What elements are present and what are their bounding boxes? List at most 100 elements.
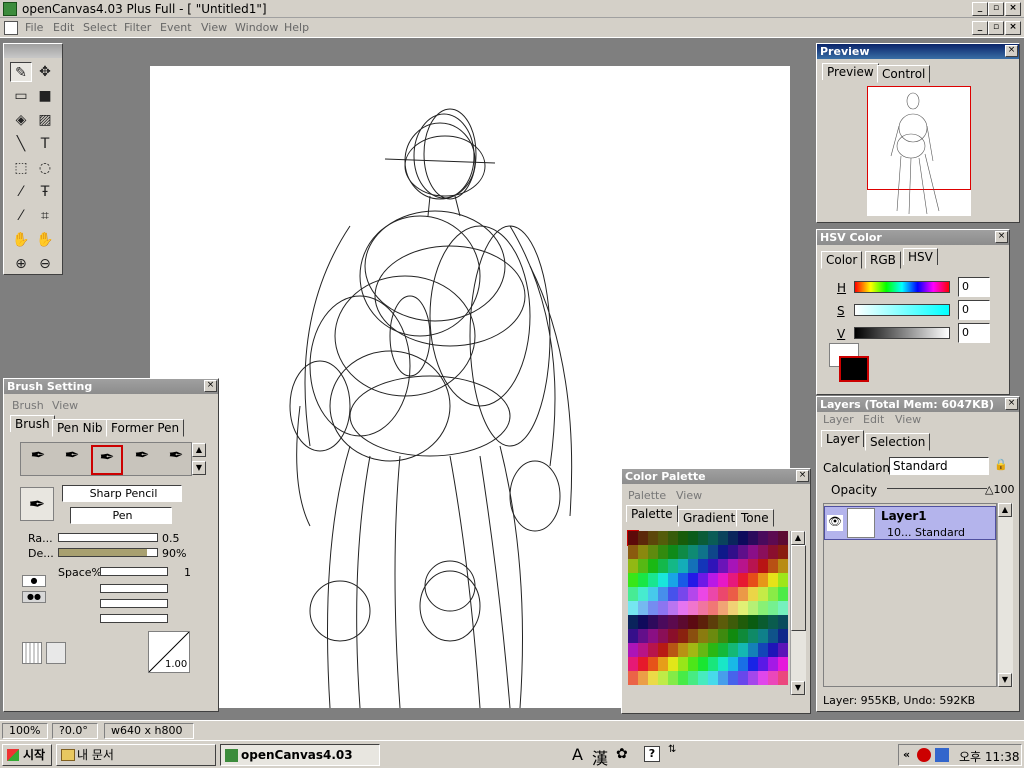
palette-swatch[interactable] (748, 671, 758, 685)
tool-palette-titlebar[interactable] (4, 44, 62, 58)
tray-network-icon[interactable] (935, 748, 949, 762)
palette-swatch[interactable] (678, 615, 688, 629)
palette-swatch[interactable] (688, 559, 698, 573)
menu-select[interactable]: Select (83, 21, 117, 34)
menu-help[interactable]: Help (284, 21, 309, 34)
palette-swatch[interactable] (748, 531, 758, 545)
palette-swatch[interactable] (758, 615, 768, 629)
palette-swatch[interactable] (688, 587, 698, 601)
palette-swatch[interactable] (718, 643, 728, 657)
palette-swatch[interactable] (688, 671, 698, 685)
lasso-tool-icon[interactable]: ◌ (34, 158, 56, 178)
palette-swatch[interactable] (698, 573, 708, 587)
palette-swatch[interactable] (718, 531, 728, 545)
palette-swatch[interactable] (778, 671, 788, 685)
palette-swatch[interactable] (648, 671, 658, 685)
palette-swatch[interactable] (758, 601, 768, 615)
pressure-curve-graph[interactable]: 1.00 (148, 631, 190, 673)
palette-swatch[interactable] (628, 559, 638, 573)
layers-menu-layer[interactable]: Layer (823, 413, 854, 426)
palette-swatch[interactable] (768, 643, 778, 657)
palette-swatch[interactable] (648, 629, 658, 643)
palette-swatch[interactable] (708, 629, 718, 643)
current-brush-icon[interactable]: ✒ (20, 487, 54, 521)
palette-swatch[interactable] (678, 671, 688, 685)
brush-strip-up-arrow-icon[interactable]: ▲ (192, 443, 206, 457)
tray-app-icon[interactable] (917, 748, 931, 762)
ime-mode-a[interactable]: A (572, 745, 583, 764)
palette-swatch[interactable] (658, 559, 668, 573)
palette-swatch[interactable] (708, 531, 718, 545)
palette-swatch[interactable] (778, 643, 788, 657)
v-value-field[interactable]: 0 (958, 323, 990, 343)
palette-swatch[interactable] (738, 573, 748, 587)
opacity-slider-track[interactable] (887, 488, 987, 489)
palette-swatch[interactable] (698, 671, 708, 685)
palette-swatch[interactable] (768, 587, 778, 601)
palette-swatch[interactable] (688, 629, 698, 643)
palette-swatch[interactable] (758, 629, 768, 643)
palette-swatch[interactable] (778, 615, 788, 629)
palette-swatch[interactable] (748, 629, 758, 643)
palette-menu-view[interactable]: View (676, 489, 702, 502)
palette-swatch[interactable] (628, 629, 638, 643)
palette-swatch[interactable] (658, 587, 668, 601)
palette-swatch[interactable] (708, 643, 718, 657)
palette-swatch[interactable] (688, 643, 698, 657)
fill-rect-tool-icon[interactable]: ■ (34, 86, 56, 106)
minimize-button[interactable]: _ (972, 2, 988, 16)
palette-swatch[interactable] (738, 587, 748, 601)
palette-scroll-down-icon[interactable]: ▼ (791, 681, 805, 695)
tray-expand-icon[interactable]: « (903, 748, 910, 761)
palette-swatch[interactable] (678, 545, 688, 559)
palette-swatch[interactable] (658, 573, 668, 587)
s-value-field[interactable]: 0 (958, 300, 990, 320)
gradient-tool-icon[interactable]: ▨ (34, 110, 56, 130)
palette-swatch[interactable] (638, 671, 648, 685)
palette-swatch[interactable] (728, 587, 738, 601)
palette-swatch[interactable] (708, 587, 718, 601)
palette-swatch[interactable] (678, 559, 688, 573)
brush-menu-view[interactable]: View (52, 399, 78, 412)
eye-icon[interactable]: 👁 (827, 515, 843, 531)
brush-preset-1-icon[interactable]: ✒ (23, 445, 53, 475)
palette-swatch[interactable] (678, 657, 688, 671)
palette-swatch[interactable] (718, 545, 728, 559)
menu-view[interactable]: View (201, 21, 227, 34)
tab-color[interactable]: Color (821, 251, 863, 269)
double-dot-shape-icon[interactable]: ●● (22, 591, 46, 603)
palette-swatch[interactable] (768, 531, 778, 545)
line-tool-icon[interactable]: ╲ (10, 134, 32, 154)
palette-swatch[interactable] (688, 573, 698, 587)
palette-swatch[interactable] (698, 559, 708, 573)
close-button[interactable]: × (1005, 2, 1021, 16)
rotate-hand-tool-icon[interactable]: ✋ (34, 230, 56, 250)
palette-swatch[interactable] (688, 601, 698, 615)
palette-swatch[interactable] (728, 559, 738, 573)
palette-swatch[interactable] (718, 601, 728, 615)
palette-swatch[interactable] (658, 545, 668, 559)
saturation-slider[interactable] (854, 304, 950, 316)
palette-swatch[interactable] (678, 601, 688, 615)
palette-swatch[interactable] (658, 531, 668, 545)
palette-swatch[interactable] (718, 615, 728, 629)
opacity-value[interactable]: △100 (985, 483, 1014, 496)
palette-swatch[interactable] (768, 629, 778, 643)
palette-swatch[interactable] (708, 657, 718, 671)
hue-slider[interactable] (854, 281, 950, 293)
palette-swatch[interactable] (678, 531, 688, 545)
palette-swatch[interactable] (648, 531, 658, 545)
calculation-select[interactable]: Standard (889, 457, 989, 475)
palette-swatch[interactable] (658, 643, 668, 657)
document-icon[interactable] (4, 21, 18, 35)
palette-swatch[interactable] (718, 587, 728, 601)
palette-swatch[interactable] (648, 643, 658, 657)
palette-swatch[interactable] (748, 643, 758, 657)
palette-swatch[interactable] (638, 573, 648, 587)
scroll-up-arrow-icon[interactable]: ▲ (998, 503, 1012, 517)
palette-swatch[interactable] (778, 559, 788, 573)
palette-swatch[interactable] (678, 643, 688, 657)
palette-swatch[interactable] (688, 615, 698, 629)
palette-swatch[interactable] (768, 573, 778, 587)
palette-swatch[interactable] (738, 657, 748, 671)
